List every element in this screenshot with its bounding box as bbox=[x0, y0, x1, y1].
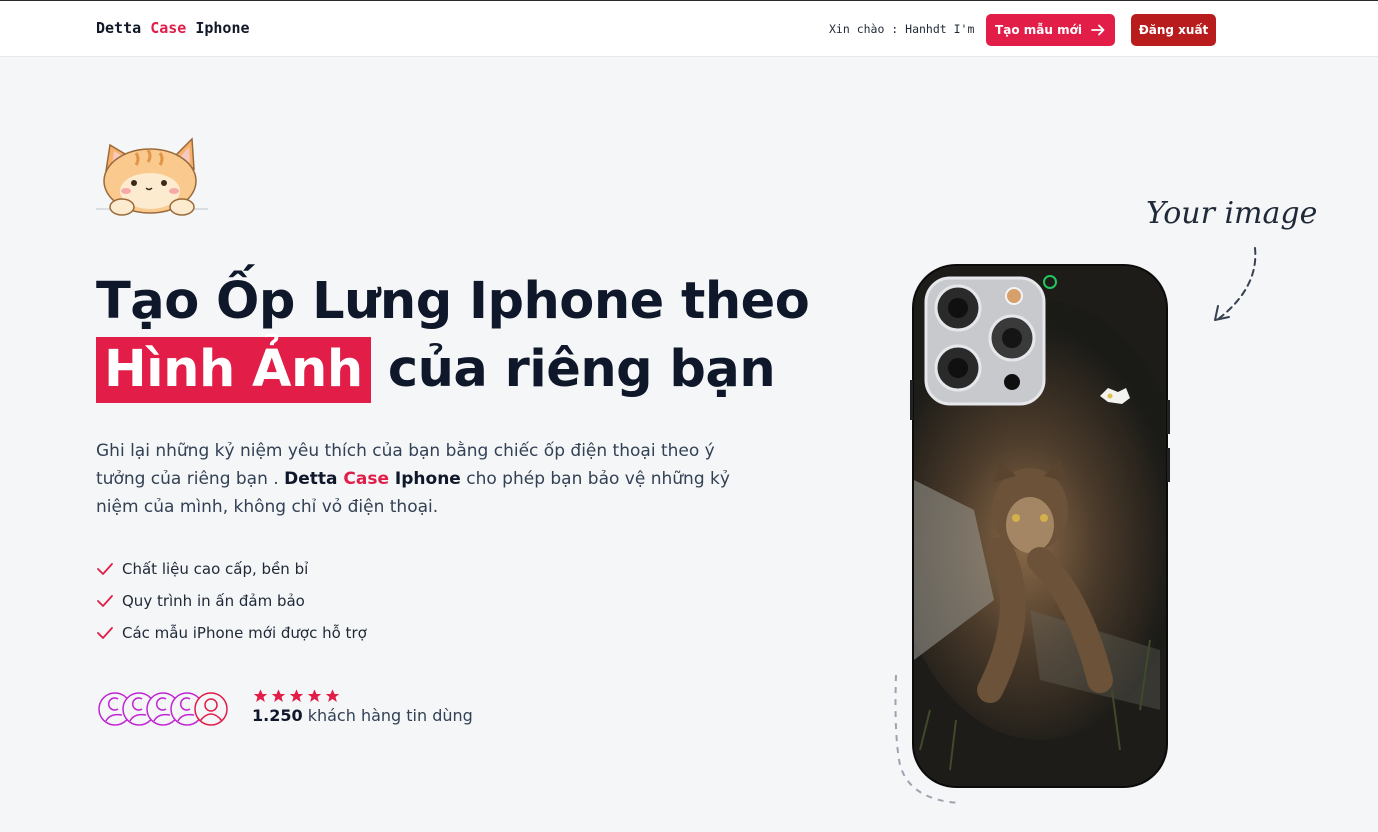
feature-label: Quy trình in ấn đảm bảo bbox=[122, 592, 305, 610]
check-icon bbox=[97, 563, 113, 575]
star-icon bbox=[289, 689, 304, 702]
star-icon bbox=[253, 689, 268, 702]
hero-title-line-2: của riêng bạn bbox=[387, 340, 776, 399]
hero-title: Tạo Ốp Lưng Iphone theo Hình Ảnh của riê… bbox=[96, 268, 816, 404]
feature-list: Chất liệu cao cấp, bền bỉ Quy trình in ấ… bbox=[96, 553, 367, 649]
check-icon bbox=[97, 627, 113, 639]
top-navbar: Detta Case Iphone Xin chào : Hanhdt I'm … bbox=[0, 0, 1378, 57]
rating-label: khách hàng tin dùng bbox=[307, 706, 473, 725]
create-template-label: Tạo mẫu mới bbox=[995, 23, 1082, 37]
hero-title-line-1: Tạo Ốp Lưng Iphone theo bbox=[96, 272, 810, 331]
rating-count: 1.250 bbox=[252, 706, 303, 725]
hero-description: Ghi lại những kỷ niệm yêu thích của bạn … bbox=[96, 437, 756, 521]
feature-label: Các mẫu iPhone mới được hỗ trợ bbox=[122, 624, 367, 642]
feature-item: Các mẫu iPhone mới được hỗ trợ bbox=[96, 617, 367, 649]
hero-title-highlight: Hình Ảnh bbox=[96, 337, 371, 403]
star-icon bbox=[271, 689, 286, 702]
star-icon bbox=[325, 689, 340, 702]
brand-part-1: Detta bbox=[96, 19, 142, 37]
brand-logo[interactable]: Detta Case Iphone bbox=[96, 19, 250, 37]
user-greeting: Xin chào : Hanhdt I'm bbox=[829, 22, 975, 36]
feature-label: Chất liệu cao cấp, bền bỉ bbox=[122, 560, 309, 578]
rating-summary: 1.250 khách hàng tin dùng bbox=[252, 706, 473, 725]
feature-item: Quy trình in ấn đảm bảo bbox=[96, 585, 367, 617]
arrow-right-icon bbox=[1091, 24, 1105, 36]
user-avatar-icon bbox=[98, 692, 228, 726]
brand-part-2: Case bbox=[150, 19, 187, 37]
feature-item: Chất liệu cao cấp, bền bỉ bbox=[96, 553, 367, 585]
brand-part-3: Iphone bbox=[195, 19, 250, 37]
desc-brand-1: Detta bbox=[284, 469, 338, 489]
create-template-button[interactable]: Tạo mẫu mới bbox=[986, 14, 1115, 46]
desc-brand-2: Case bbox=[343, 469, 389, 489]
logout-button[interactable]: Đăng xuất bbox=[1131, 14, 1216, 46]
cat-mascot-icon bbox=[96, 137, 208, 216]
rating-stars bbox=[252, 688, 341, 704]
desc-brand-3: Iphone bbox=[394, 469, 461, 489]
check-icon bbox=[97, 595, 113, 607]
star-icon bbox=[307, 689, 322, 702]
customer-avatars bbox=[98, 691, 233, 727]
logout-label: Đăng xuất bbox=[1138, 23, 1209, 37]
phone-case-preview bbox=[894, 264, 1170, 804]
